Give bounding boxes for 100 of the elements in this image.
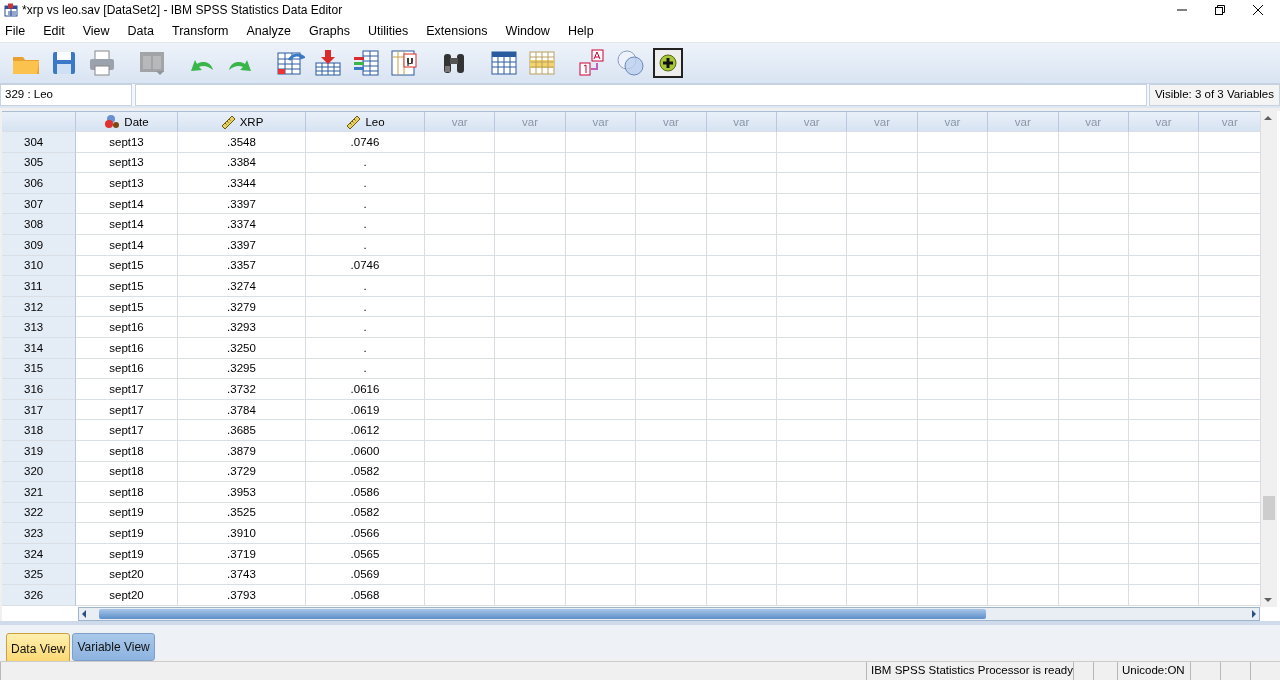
- empty-cell[interactable]: [776, 358, 848, 380]
- empty-cell[interactable]: [988, 399, 1059, 421]
- empty-cell[interactable]: [425, 440, 496, 462]
- empty-cell[interactable]: [495, 585, 566, 606]
- empty-cell[interactable]: [565, 523, 637, 544]
- empty-cell[interactable]: [1058, 358, 1129, 380]
- row-number[interactable]: 305: [2, 152, 76, 174]
- empty-cell[interactable]: [847, 317, 918, 338]
- scroll-thumb[interactable]: [1263, 496, 1275, 520]
- empty-cell[interactable]: [706, 296, 777, 318]
- highlight-table-icon[interactable]: [527, 48, 557, 78]
- empty-cell[interactable]: [1128, 420, 1200, 441]
- empty-cell[interactable]: [706, 523, 777, 544]
- empty-cell[interactable]: [847, 214, 918, 235]
- empty-cell[interactable]: [636, 132, 707, 153]
- empty-cell[interactable]: [917, 358, 989, 380]
- empty-cell[interactable]: [988, 132, 1059, 153]
- empty-cell[interactable]: [988, 152, 1059, 174]
- empty-cell[interactable]: [565, 132, 637, 153]
- empty-cell[interactable]: [988, 193, 1059, 215]
- empty-cell[interactable]: [1058, 502, 1129, 524]
- empty-cell[interactable]: [636, 276, 707, 297]
- empty-cell[interactable]: [988, 379, 1059, 400]
- empty-cell[interactable]: [917, 420, 989, 441]
- empty-cell[interactable]: [636, 585, 707, 606]
- menu-item[interactable]: Transform: [167, 22, 234, 40]
- empty-cell[interactable]: [776, 420, 848, 441]
- empty-cell[interactable]: [425, 564, 496, 586]
- menu-item[interactable]: Extensions: [421, 22, 493, 40]
- empty-cell[interactable]: [1128, 276, 1200, 297]
- empty-cell[interactable]: [495, 358, 566, 380]
- row-number[interactable]: 318: [2, 420, 76, 441]
- empty-cell[interactable]: [847, 420, 918, 441]
- empty-cell[interactable]: [1058, 193, 1129, 215]
- empty-cell[interactable]: [847, 255, 918, 277]
- empty-cell[interactable]: [706, 461, 777, 483]
- scroll-thumb[interactable]: [99, 609, 986, 619]
- empty-cell[interactable]: [636, 399, 707, 421]
- empty-cell[interactable]: [495, 502, 566, 524]
- column-header[interactable]: Date: [124, 115, 149, 128]
- empty-cell[interactable]: [988, 255, 1059, 277]
- empty-cell[interactable]: [565, 317, 637, 338]
- empty-cell[interactable]: [1058, 564, 1129, 586]
- empty-cell[interactable]: [425, 482, 496, 503]
- empty-cell[interactable]: [1058, 173, 1129, 194]
- row-number[interactable]: 326: [2, 585, 76, 606]
- empty-cell[interactable]: [425, 152, 496, 174]
- menu-item[interactable]: Data: [122, 22, 159, 40]
- empty-cell[interactable]: [565, 358, 637, 380]
- empty-cell[interactable]: [1058, 461, 1129, 483]
- row-number[interactable]: 321: [2, 482, 76, 503]
- empty-cell[interactable]: [847, 379, 918, 400]
- row-number[interactable]: 312: [2, 296, 76, 318]
- empty-cell[interactable]: [917, 379, 989, 400]
- empty-cell[interactable]: [565, 255, 637, 277]
- empty-cell[interactable]: [1058, 399, 1129, 421]
- empty-cell[interactable]: [988, 276, 1059, 297]
- empty-cell[interactable]: [495, 482, 566, 503]
- row-number[interactable]: 322: [2, 502, 76, 524]
- row-number[interactable]: 309: [2, 234, 76, 256]
- empty-cell[interactable]: [1128, 502, 1200, 524]
- row-number[interactable]: 323: [2, 523, 76, 544]
- empty-cell[interactable]: [776, 193, 848, 215]
- empty-cell[interactable]: [425, 234, 496, 256]
- empty-cell[interactable]: [495, 523, 566, 544]
- menu-item[interactable]: Graphs: [303, 22, 355, 40]
- empty-cell[interactable]: [706, 482, 777, 503]
- empty-cell[interactable]: [565, 420, 637, 441]
- empty-cell[interactable]: [425, 317, 496, 338]
- empty-cell[interactable]: [776, 337, 848, 359]
- empty-cell[interactable]: [847, 132, 918, 153]
- empty-cell[interactable]: [917, 152, 989, 174]
- empty-cell[interactable]: [917, 440, 989, 462]
- empty-cell[interactable]: [917, 255, 989, 277]
- empty-cell[interactable]: [425, 543, 496, 565]
- empty-cell[interactable]: [917, 234, 989, 256]
- empty-cell[interactable]: [495, 337, 566, 359]
- row-number[interactable]: 310: [2, 255, 76, 277]
- empty-cell[interactable]: [988, 585, 1059, 606]
- empty-cell[interactable]: [988, 173, 1059, 194]
- empty-cell[interactable]: [1128, 523, 1200, 544]
- empty-cell[interactable]: [776, 255, 848, 277]
- empty-cell[interactable]: [776, 214, 848, 235]
- empty-cell[interactable]: [1128, 173, 1200, 194]
- empty-cell[interactable]: [636, 214, 707, 235]
- empty-cell[interactable]: [706, 234, 777, 256]
- empty-cell[interactable]: [495, 420, 566, 441]
- empty-cell[interactable]: [988, 564, 1059, 586]
- empty-cell[interactable]: [565, 585, 637, 606]
- empty-cell[interactable]: [917, 337, 989, 359]
- empty-cell[interactable]: [776, 461, 848, 483]
- empty-cell[interactable]: [847, 585, 918, 606]
- empty-cell[interactable]: [636, 420, 707, 441]
- empty-cell[interactable]: [636, 482, 707, 503]
- close-icon[interactable]: [1252, 4, 1264, 16]
- empty-cell[interactable]: [706, 543, 777, 565]
- empty-cell[interactable]: [988, 337, 1059, 359]
- empty-cell[interactable]: [847, 564, 918, 586]
- empty-cell[interactable]: [1058, 296, 1129, 318]
- empty-cell[interactable]: [565, 482, 637, 503]
